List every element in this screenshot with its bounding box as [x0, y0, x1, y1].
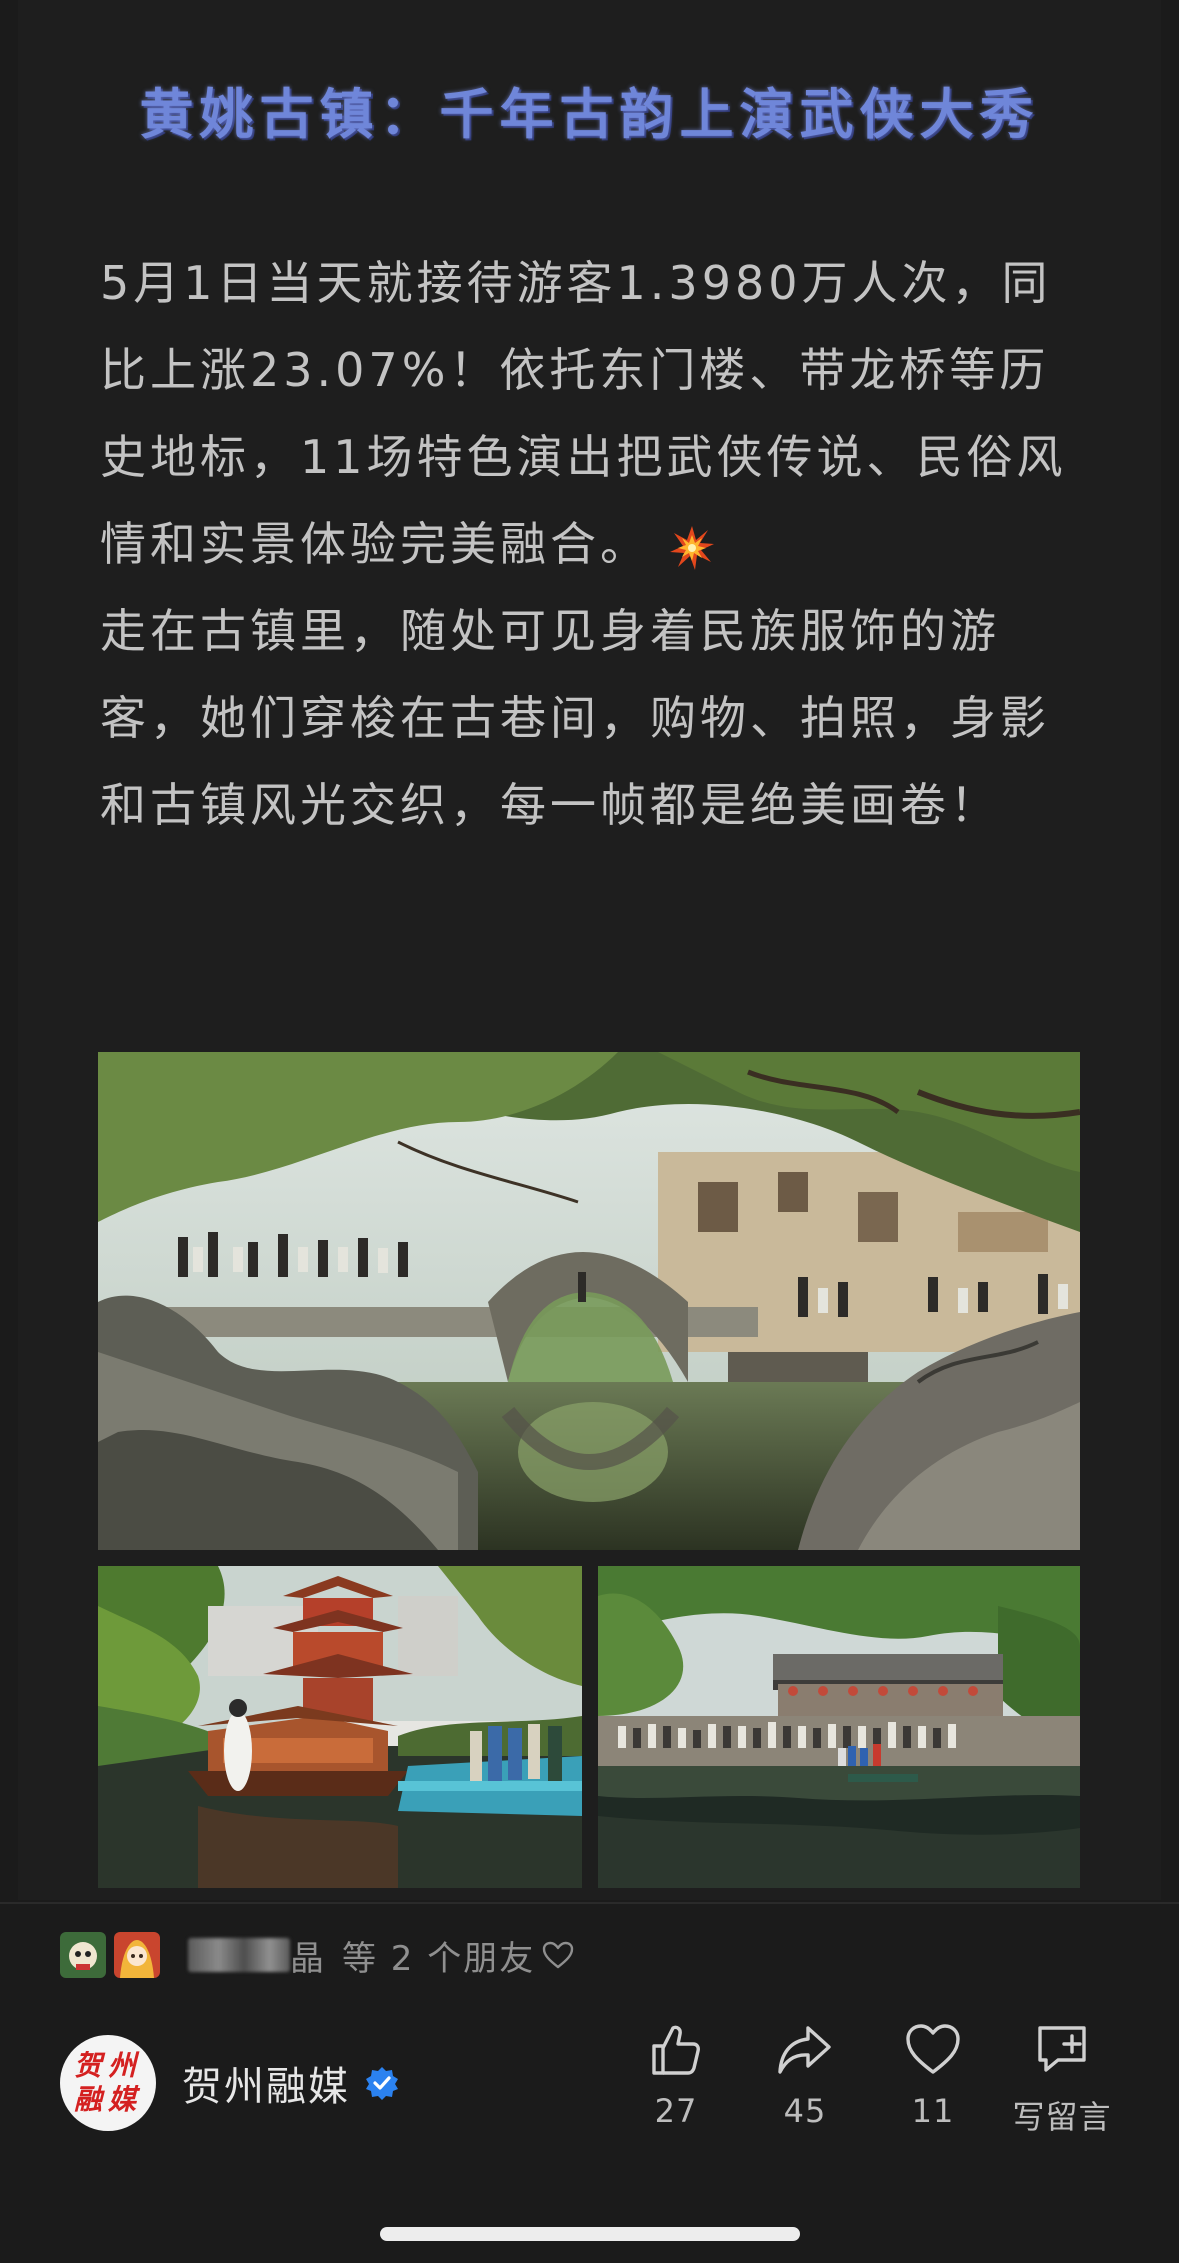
- like-count: 27: [654, 2092, 698, 2130]
- collision-spark-icon: [669, 525, 714, 570]
- share-count: 45: [783, 2092, 827, 2130]
- friend-avatar: [114, 1932, 160, 1978]
- article-paragraph: 走在古镇里，随处可见身着民族服饰的游客，她们穿梭在古巷间，购物、拍照，身影和古镇…: [100, 604, 1050, 832]
- friend-name-tail: 晶: [290, 1938, 324, 1979]
- comment-add-icon: [1038, 2026, 1086, 2072]
- article-title: 黄姚古镇：千年古韵上演武侠大秀: [139, 83, 1040, 146]
- like-button[interactable]: 27: [616, 2020, 736, 2130]
- article-body: 5月1日当天就接待游客1.3980万人次，同比上涨23.07%！依托东门楼、带龙…: [100, 240, 1085, 849]
- share-arrow-icon: [778, 2026, 831, 2074]
- article-paragraph: 5月1日当天就接待游客1.3980万人次，同比上涨23.07%！依托东门楼、带龙…: [100, 240, 1085, 588]
- share-button[interactable]: 45: [745, 2020, 865, 2130]
- photo-stone-bridge[interactable]: [98, 1052, 1080, 1550]
- paragraph-1-text: 5月1日当天就接待游客1.3980万人次，同比上涨23.07%！依托东门楼、带龙…: [100, 256, 1067, 571]
- friend-avatar: [60, 1932, 106, 1978]
- home-indicator[interactable]: [380, 2227, 800, 2241]
- heart-icon: [906, 2024, 960, 2074]
- favorite-count: 11: [911, 2092, 955, 2130]
- blurred-friend-name: [188, 1938, 290, 1972]
- friends-liked-row[interactable]: 晶 等 2 个朋友: [60, 1930, 575, 1980]
- write-comment-button[interactable]: 写留言: [1002, 2020, 1122, 2138]
- favorite-button[interactable]: 11: [873, 2020, 993, 2130]
- action-bar: 27 45 11 写留言: [0, 2020, 1179, 2150]
- photo-pavilion-boat[interactable]: [98, 1566, 582, 1888]
- write-comment-label: 写留言: [1012, 2098, 1112, 2136]
- section-divider: [0, 1902, 1179, 1904]
- heart-outline-icon: [543, 1941, 574, 1969]
- photo-lakeside-crowd[interactable]: [598, 1566, 1080, 1888]
- friends-count-text: 等 2 个朋友: [342, 1938, 536, 1979]
- thumbs-up-icon: [652, 2025, 700, 2075]
